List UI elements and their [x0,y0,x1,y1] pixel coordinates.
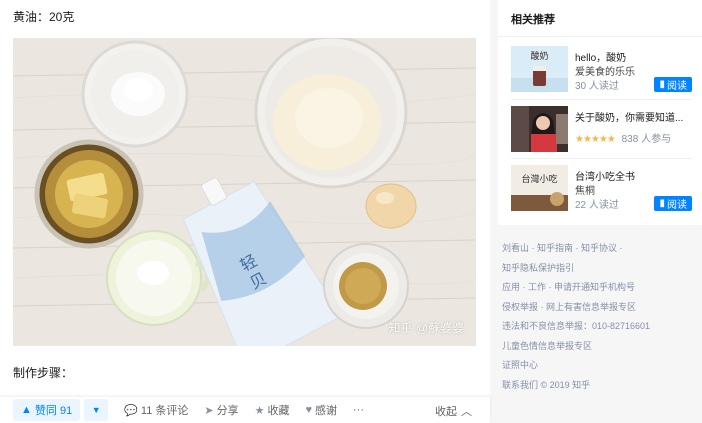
thanks-button[interactable]: ♥ 感谢 [305,402,337,418]
related-title: 相关推荐 [511,14,555,26]
footer-link-row[interactable]: 侵权举报 · 网上有害信息举报专区 [502,298,697,318]
recommendation-item[interactable]: 关于酸奶，你需要知道... ★★★★★ 838 人参与 [511,106,692,154]
ingredients-photo[interactable]: 轻 贝 知乎 @蘇婆婆 [13,38,476,346]
steps-heading: 制作步骤： [13,366,74,380]
recommendation-meta: 30 人读过 [575,81,619,92]
footer-link-row[interactable]: 儿童色情信息举报专区 [502,337,697,357]
thanks-label: 感谢 [315,405,337,417]
caret-up-icon: ▲ [21,404,32,416]
collapse-label: 收起 [435,406,457,418]
collapse-button[interactable]: 收起 ︿ [435,403,472,419]
chevron-up-icon: ︿ [461,406,472,418]
footer-link-row[interactable]: 应用 · 工作 · 申请开通知乎机构号 [502,278,697,298]
book-cover-image: 酸奶 [511,46,568,92]
recommendation-item[interactable]: 台灣小吃 台湾小吃全书 焦桐 22 人读过 ▮ 阅读 [511,165,692,213]
ingredients-illustration: 轻 贝 [13,38,476,346]
book-cover-image: 台灣小吃 [511,165,568,211]
share-label: 分享 [216,405,239,417]
comment-icon: 💬 [124,404,138,417]
divider [511,99,692,100]
related-recommendations-card: 相关推荐 酸奶 hello，酸奶 爱美食的乐乐 30 人读过 ▮ 阅读 关于酸奶… [498,0,702,225]
cover-text: 台灣小吃 [521,173,557,185]
vote-up-button[interactable]: ▲ 赞同 91 [13,399,81,421]
recommendation-meta: 22 人读过 [575,200,619,211]
caret-down-icon: ▼ [91,405,101,415]
recommendation-author: 爱美食的乐乐 [575,67,635,78]
book-icon: ▮ [659,79,665,90]
share-button[interactable]: ➤ 分享 [204,402,238,418]
favorite-label: 收藏 [267,405,290,417]
star-icon: ★ [254,404,265,417]
recommendation-title: 台湾小吃全书 [575,172,635,183]
recommendation-title: 关于酸奶，你需要知道... [575,113,684,124]
cover-text: 酸奶 [530,50,548,62]
photo-watermark: 知乎 @蘇婆婆 [388,321,464,335]
site-footer-links: 刘看山 · 知乎指南 · 知乎协议 · 知乎隐私保护指引 应用 · 工作 · 申… [502,239,697,395]
answer-action-bar: ▲ 赞同 91 ▼ 💬 11 条评论 ➤ 分享 ★ 收藏 ♥ 感谢 ··· 收起… [0,397,490,423]
article-main: 黄油：20克 轻 贝 知乎 @蘇婆婆 制作步骤： [0,0,490,423]
rating-stars: ★★★★★ [575,134,616,145]
read-button[interactable]: ▮ 阅读 [654,77,692,92]
footer-link-row[interactable]: 联系我们 © 2019 知乎 [502,376,697,396]
footer-link-row: 违法和不良信息举报：010-82716601 [502,321,651,331]
book-icon: ▮ [659,198,665,209]
vote-down-button[interactable]: ▼ [84,399,109,421]
footer-link-row[interactable]: 刘看山 · 知乎指南 · 知乎协议 · [502,239,697,259]
footer-link-row[interactable]: 知乎隐私保护指引 [502,259,697,279]
footer-link-row[interactable]: 证照中心 [502,356,697,376]
ingredient-line: 黄油：20克 [13,10,75,24]
vote-up-label: 赞同 91 [34,405,73,417]
share-icon: ➤ [204,404,214,417]
divider [511,158,692,159]
comments-label: 11 条评论 [140,405,189,417]
read-button[interactable]: ▮ 阅读 [654,196,692,211]
more-button[interactable]: ··· [353,404,364,416]
recommendation-title: hello，酸奶 [575,53,627,64]
favorite-button[interactable]: ★ 收藏 [255,402,290,418]
recommendation-item[interactable]: 酸奶 hello，酸奶 爱美食的乐乐 30 人读过 ▮ 阅读 [511,46,692,94]
recommendation-author: 焦桐 [575,186,595,197]
read-label: 阅读 [667,81,687,92]
heart-icon: ♥ [305,404,312,416]
recommendation-rating-row: ★★★★★ 838 人参与 [575,130,671,145]
read-label: 阅读 [667,200,687,211]
divider [498,36,702,37]
comments-button[interactable]: 💬 11 条评论 [124,402,188,418]
live-cover-image [511,106,568,152]
recommendation-meta: 838 人参与 [621,134,672,145]
more-label: ··· [353,404,364,416]
